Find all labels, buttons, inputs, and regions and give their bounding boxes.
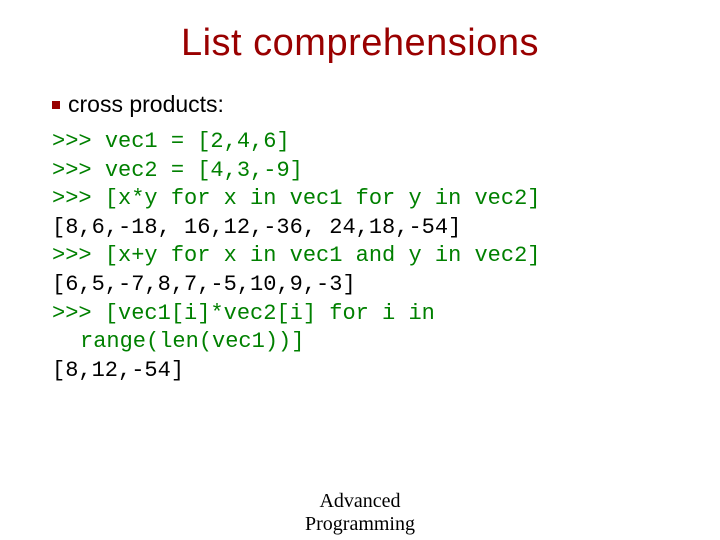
code-text: vec1 = [2,4,6]	[105, 129, 290, 154]
footer-line-2: Programming	[305, 513, 415, 536]
code-text: [x*y for x in vec1 for y in vec2]	[105, 186, 541, 211]
code-text: vec2 = [4,3,-9]	[105, 158, 303, 183]
footer-line-1: Advanced	[305, 490, 415, 513]
bullet-text: cross products:	[68, 91, 224, 118]
code-line: >>> vec2 = [4,3,-9]	[52, 157, 682, 186]
footer: Advanced Programming	[305, 490, 415, 536]
output-line: [8,6,-18, 16,12,-36, 24,18,-54]	[52, 214, 682, 243]
bullet-item: cross products:	[38, 91, 682, 118]
code-continuation: range(len(vec1))]	[52, 328, 682, 357]
output-line: [8,12,-54]	[52, 357, 682, 386]
slide: List comprehensions cross products: >>> …	[0, 0, 720, 395]
code-line: >>> [vec1[i]*vec2[i] for i in	[52, 300, 682, 329]
square-bullet-icon	[52, 101, 60, 109]
code-line: >>> [x*y for x in vec1 for y in vec2]	[52, 185, 682, 214]
prompt-text: >>>	[52, 186, 105, 211]
code-text: [vec1[i]*vec2[i] for i in	[105, 301, 435, 326]
code-block: >>> vec1 = [2,4,6] >>> vec2 = [4,3,-9] >…	[38, 128, 682, 385]
output-line: [6,5,-7,8,7,-5,10,9,-3]	[52, 271, 682, 300]
prompt-text: >>>	[52, 301, 105, 326]
prompt-text: >>>	[52, 243, 105, 268]
prompt-text: >>>	[52, 129, 105, 154]
code-line: >>> [x+y for x in vec1 and y in vec2]	[52, 242, 682, 271]
code-text: [x+y for x in vec1 and y in vec2]	[105, 243, 541, 268]
code-line: >>> vec1 = [2,4,6]	[52, 128, 682, 157]
prompt-text: >>>	[52, 158, 105, 183]
slide-title: List comprehensions	[38, 22, 682, 65]
